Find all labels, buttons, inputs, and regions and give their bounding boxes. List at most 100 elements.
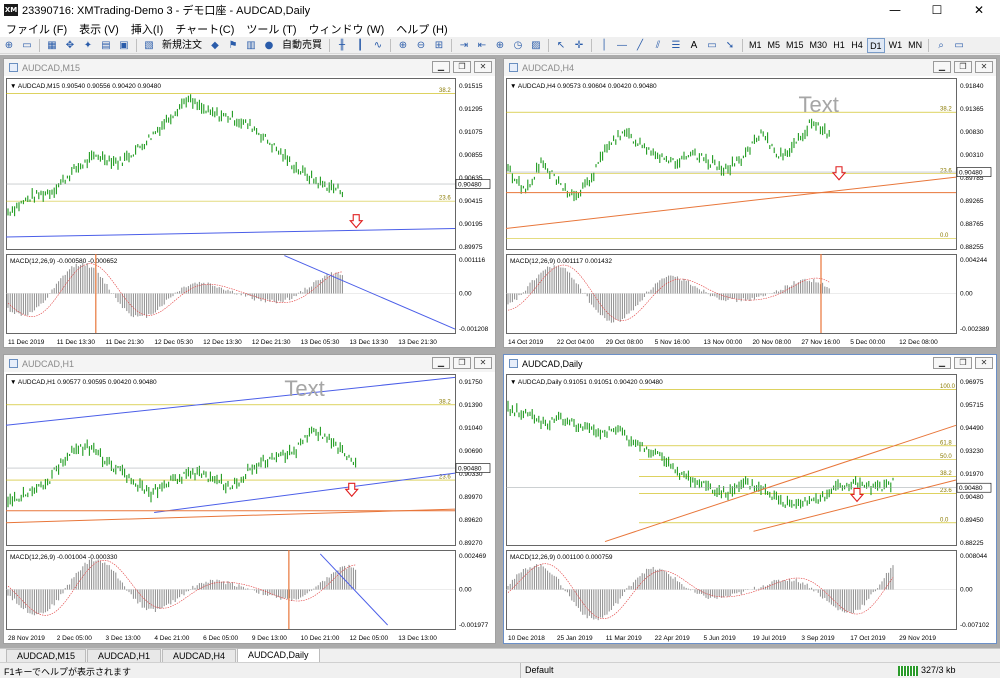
channel-icon[interactable]: ⫽ [650,38,666,53]
fibonacci-icon[interactable]: ☰ [668,38,684,53]
chart-restore-button[interactable]: ❐ [453,357,471,369]
text-tool-button[interactable]: A [686,38,702,53]
horizontal-line-icon[interactable]: ― [614,38,630,53]
timeframe-m15[interactable]: M15 [784,38,806,53]
chart-window-titlebar[interactable]: AUDCAD,M15 ▁ ❐ ✕ [4,59,495,76]
chart-restore-button[interactable]: ❐ [453,61,471,73]
fibonacci-level-label: 0.0 [940,517,949,523]
chart-ohlc-info: ▼ AUDCAD,H1 0.90577 0.90595 0.90420 0.90… [10,379,157,386]
metaeditor-icon[interactable]: ◆ [207,38,223,53]
arrows-icon[interactable]: ➘ [722,38,738,53]
menu-bar: ファイル (F) 表示 (V) 挿入(I) チャート(C) ツール (T) ウィ… [0,20,1000,37]
time-axis-label: 5 Dec 00:00 [850,339,885,346]
cursor-icon[interactable]: ↖ [553,38,569,53]
navigator-icon[interactable]: ✦ [80,38,96,53]
time-axis-label: 12 Dec 08:00 [899,339,938,346]
menu-charts[interactable]: チャート(C) [169,21,240,37]
price-chart[interactable]: ▼ AUDCAD,H4 0.90573 0.90604 0.90420 0.90… [504,76,996,347]
menu-insert[interactable]: 挿入(I) [125,21,169,37]
tester-icon[interactable]: ▣ [116,38,132,53]
fibonacci-level-label: 38.2 [940,471,952,477]
candlestick-icon[interactable]: ┃ [352,38,368,53]
autotrade-icon[interactable]: ● [261,38,277,53]
timeframe-h4[interactable]: H4 [849,38,865,53]
chart-minimize-button[interactable]: ▁ [432,61,450,73]
close-button[interactable]: ✕ [958,0,1000,20]
indicators-icon[interactable]: ⊕ [492,38,508,53]
trendline-icon[interactable]: ╱ [632,38,648,53]
chart-minimize-button[interactable]: ▁ [933,357,951,369]
new-order-icon[interactable]: ▧ [141,38,157,53]
chart-window-titlebar[interactable]: AUDCAD,H1 ▁ ❐ ✕ [4,355,495,372]
chart-window-icon [9,359,18,368]
terminal-icon[interactable]: ▤ [98,38,114,53]
timeframe-m30[interactable]: M30 [808,38,830,53]
chart-window-titlebar[interactable]: AUDCAD,H4 ▁ ❐ ✕ [504,59,996,76]
chart-close-button[interactable]: ✕ [975,61,993,73]
chart-restore-button[interactable]: ❐ [954,61,972,73]
zoom-in-icon[interactable]: ⊕ [395,38,411,53]
chart-minimize-button[interactable]: ▁ [432,357,450,369]
chat-icon[interactable]: ▭ [951,38,967,53]
templates-icon[interactable]: ▨ [528,38,544,53]
timeframe-h1[interactable]: H1 [831,38,847,53]
market-icon[interactable]: ▥ [243,38,259,53]
new-chart-icon[interactable]: ⊕ [1,38,17,53]
chart-close-button[interactable]: ✕ [474,357,492,369]
menu-tools[interactable]: ツール (T) [240,21,302,37]
tile-windows-icon[interactable]: ⊞ [431,38,447,53]
bar-chart-icon[interactable]: ╫ [334,38,350,53]
timeframe-d1[interactable]: D1 [867,37,885,53]
text-label-icon[interactable]: ▭ [704,38,720,53]
search-icon[interactable]: ⌕ [933,38,949,53]
chart-window-m15[interactable]: AUDCAD,M15 ▁ ❐ ✕ ▼ AUDCAD,M15 0.90540 0.90… [3,58,496,348]
chart-window-titlebar[interactable]: AUDCAD,Daily ▁ ❐ ✕ [504,355,996,372]
chart-window-h1[interactable]: AUDCAD,H1 ▁ ❐ ✕ ▼ AUDCAD,H1 0.90577 0.9059… [3,354,496,644]
timeframe-m5[interactable]: M5 [766,38,783,53]
maximize-button[interactable]: ☐ [916,0,958,20]
line-chart-icon[interactable]: ∿ [370,38,386,53]
chart-shift-icon[interactable]: ⇤ [474,38,490,53]
chart-window-h4[interactable]: AUDCAD,H4 ▁ ❐ ✕ ▼ AUDCAD,H4 0.90573 0.9060… [503,58,997,348]
status-connection[interactable]: 327/3 kb [898,664,956,677]
price-scale-label: 0.89620 [459,517,483,524]
tab-audcad-h1[interactable]: AUDCAD,H1 [87,649,162,662]
chart-close-button[interactable]: ✕ [474,61,492,73]
status-profile[interactable]: Default [520,663,890,678]
time-axis-label: 13 Dec 13:00 [398,635,437,642]
mdi-workspace: AUDCAD,M15 ▁ ❐ ✕ ▼ AUDCAD,M15 0.90540 0.90… [0,55,1000,648]
data-window-icon[interactable]: ✥ [62,38,78,53]
profiles-icon[interactable]: ▭ [19,38,35,53]
menu-view[interactable]: 表示 (V) [73,21,125,37]
chart-restore-button[interactable]: ❐ [954,357,972,369]
timeframe-m1[interactable]: M1 [747,38,764,53]
menu-help[interactable]: ヘルプ (H) [390,21,453,37]
crosshair-icon[interactable]: ✛ [571,38,587,53]
menu-window[interactable]: ウィンドウ (W) [303,21,391,37]
minimize-button[interactable]: — [874,0,916,20]
timeframe-w1[interactable]: W1 [887,38,905,53]
periods-icon[interactable]: ◷ [510,38,526,53]
signals-icon[interactable]: ⚑ [225,38,241,53]
main-plot-frame [6,374,456,546]
market-watch-icon[interactable]: ▦ [44,38,60,53]
time-axis-label: 20 Nov 08:00 [752,339,791,346]
zoom-out-icon[interactable]: ⊖ [413,38,429,53]
price-chart[interactable]: ▼ AUDCAD,H1 0.90577 0.90595 0.90420 0.90… [4,372,495,643]
price-scale-label: 0.91040 [459,425,483,432]
autoscroll-icon[interactable]: ⇥ [456,38,472,53]
price-chart[interactable]: ▼ AUDCAD,Daily 0.91051 0.91051 0.90420 0… [504,372,996,643]
tab-audcad-m15[interactable]: AUDCAD,M15 [6,649,87,662]
chart-window-daily[interactable]: AUDCAD,Daily ▁ ❐ ✕ ▼ AUDCAD,Daily 0.91051 … [503,354,997,644]
menu-file[interactable]: ファイル (F) [0,21,73,37]
chart-close-button[interactable]: ✕ [975,357,993,369]
main-toolbar: ⊕ ▭ ▦ ✥ ✦ ▤ ▣ ▧ 新規注文 ◆ ⚑ ▥ ● 自動売買 ╫ ┃ ∿ … [0,37,1000,54]
new-order-button[interactable]: 新規注文 [159,38,205,53]
timeframe-mn[interactable]: MN [906,38,924,53]
tab-audcad-daily[interactable]: AUDCAD,Daily [237,648,320,662]
vertical-line-icon[interactable]: │ [596,38,612,53]
tab-audcad-h4[interactable]: AUDCAD,H4 [162,649,237,662]
autotrade-button[interactable]: 自動売買 [279,38,325,53]
chart-minimize-button[interactable]: ▁ [933,61,951,73]
price-chart[interactable]: ▼ AUDCAD,M15 0.90540 0.90556 0.90420 0.9… [4,76,495,347]
